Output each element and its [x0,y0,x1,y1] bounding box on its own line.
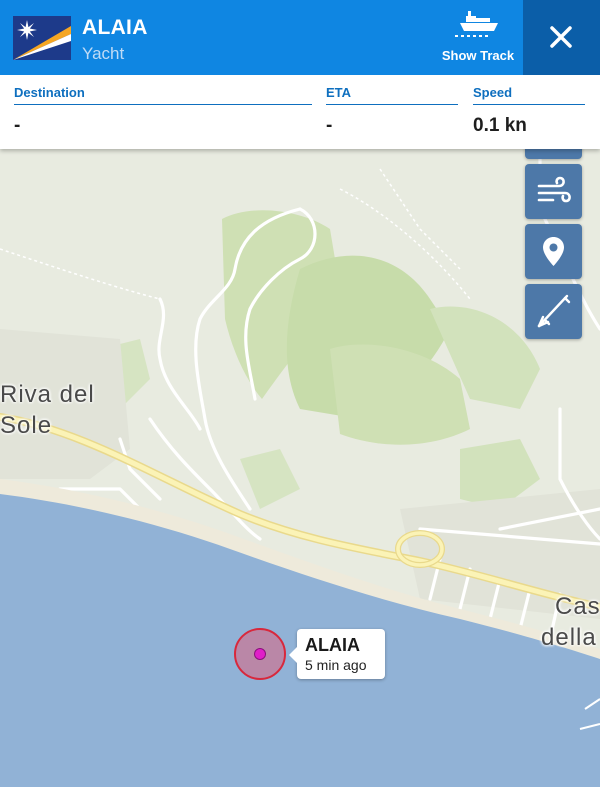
measure-control-button[interactable] [525,284,582,339]
marshall-islands-flag-icon [13,16,71,60]
destination-column: Destination - [14,85,312,137]
destination-label: Destination [14,85,312,105]
close-button[interactable] [523,0,600,75]
map-base [0,149,600,787]
layers-control-button[interactable] [525,149,582,159]
location-control-button[interactable] [525,224,582,279]
eta-value: - [326,115,333,136]
tooltip-last-seen: 5 min ago [305,657,367,673]
show-track-button[interactable]: Show Track [434,6,522,70]
voyage-info-bar: Destination - ETA - Speed 0.1 kn [0,75,600,149]
vessel-position-dot [254,648,266,660]
wind-icon [537,176,571,203]
map-view[interactable]: Riva del Sole Cas della ALAIA 5 min ago [0,149,600,787]
eta-label: ETA [326,85,458,105]
ruler-icon [537,294,571,328]
place-label-riva-line2: Sole [0,412,53,439]
close-icon [550,26,572,48]
place-label-castiglione: Cas della [541,591,600,653]
eta-column: ETA - [326,85,458,137]
show-track-label: Show Track [441,48,515,63]
vessel-marker[interactable] [234,628,286,680]
destination-value: - [14,115,21,136]
speed-label: Speed [473,85,585,105]
vessel-header: ALAIA Yacht Show Track [0,0,600,75]
tooltip-vessel-name: ALAIA [305,635,360,655]
vessel-name: ALAIA [82,16,148,39]
speed-value: 0.1 kn [473,115,527,136]
ship-icon [455,11,498,37]
location-pin-icon [543,237,564,266]
place-label-cas-line1: Cas [555,593,600,620]
place-label-cas-line2: della [541,624,597,651]
wind-control-button[interactable] [525,164,582,219]
place-label-riva-del-sole: Riva del Sole [0,379,95,441]
speed-column: Speed 0.1 kn [473,85,585,137]
vessel-tooltip[interactable]: ALAIA 5 min ago [289,629,385,679]
vessel-type: Yacht [82,44,125,63]
place-label-riva-line1: Riva del [0,381,95,408]
